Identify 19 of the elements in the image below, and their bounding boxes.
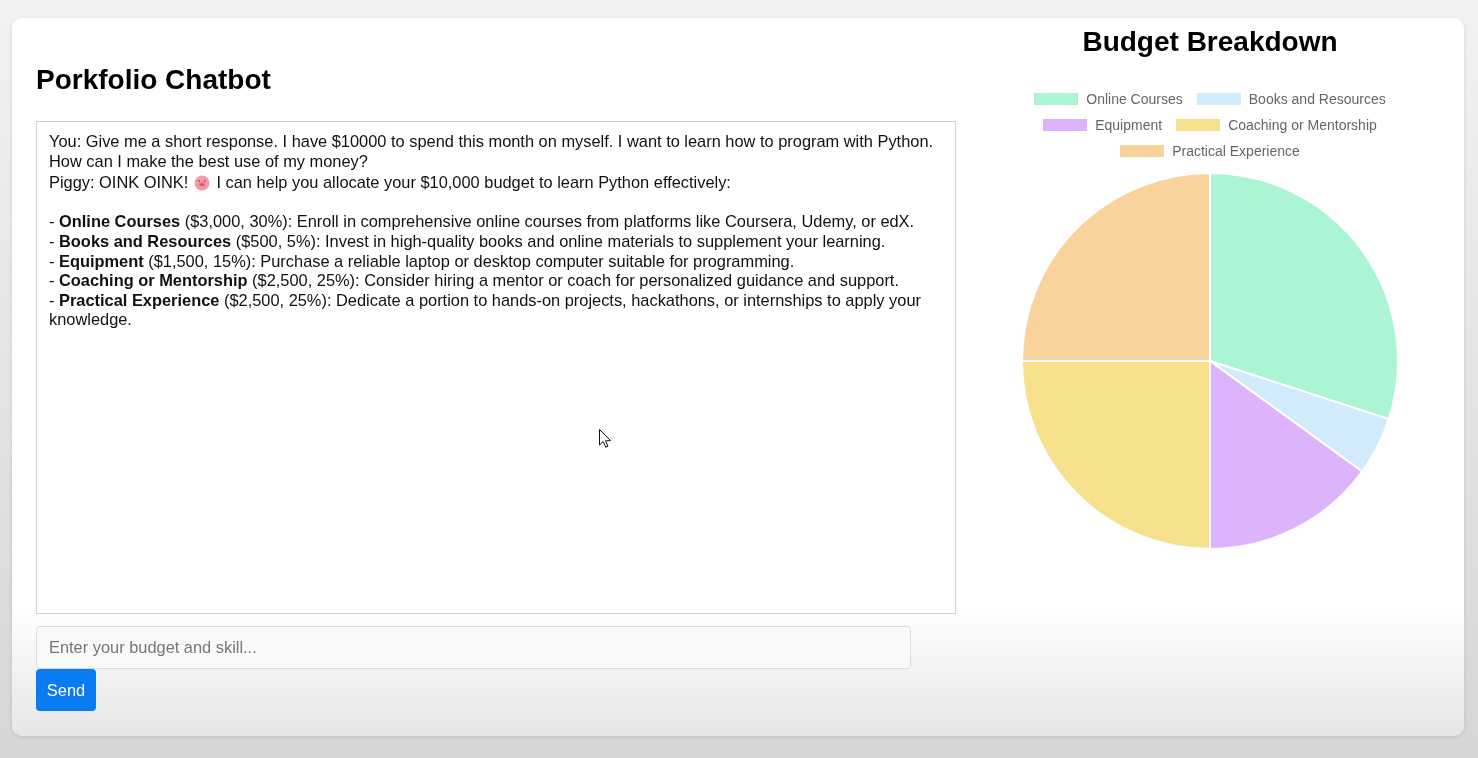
- legend-label: Online Courses: [1086, 91, 1183, 107]
- bot-message: I can help you allocate your $10,000 budget to learn Python effectively:: [216, 173, 731, 193]
- bot-greeting: Piggy: OINK OINK!: [49, 173, 189, 193]
- send-button[interactable]: Send: [36, 669, 96, 711]
- chart-title: Budget Breakdown: [1082, 26, 1338, 58]
- budget-item: - Books and Resources ($500, 5%): Invest in high-quality books and online materials to supplement your learning.: [49, 231, 887, 252]
- pig-face-icon: [194, 175, 211, 191]
- mouse-pointer-icon: [599, 429, 611, 448]
- budget-item: - Practical Experience ($2,500, 25%): Dedicate a portion to hands-on projects, hackathons, or internships to apply your knowledge.: [49, 290, 922, 330]
- budget-item: - Coaching or Mentorship ($2,500, 25%): Consider hiring a mentor or coach for personalized guidance and support.: [49, 271, 900, 291]
- legend-label: Coaching or Mentorship: [1228, 117, 1377, 133]
- budget-item: - Equipment ($1,500, 15%): Purchase a reliable laptop or desktop computer suitable for programming.: [49, 251, 796, 272]
- legend-label: Practical Experience: [1172, 143, 1300, 159]
- user-message: You: Give me a short response. I have $10000 to spend this month on myself. I want to learn how to program with Python. How can I make the best use of my money?: [49, 132, 935, 172]
- legend-label: Equipment: [1095, 117, 1163, 133]
- message-input[interactable]: Enter your budget and skill...: [36, 626, 911, 669]
- budget-item: - Online Courses ($3,000, 30%): Enroll in comprehensive online courses from platforms like Coursera, Udemy, or edX.: [49, 212, 916, 232]
- app-title: Porkfolio Chatbot: [36, 64, 271, 96]
- legend-label: Books and Resources: [1248, 91, 1386, 107]
